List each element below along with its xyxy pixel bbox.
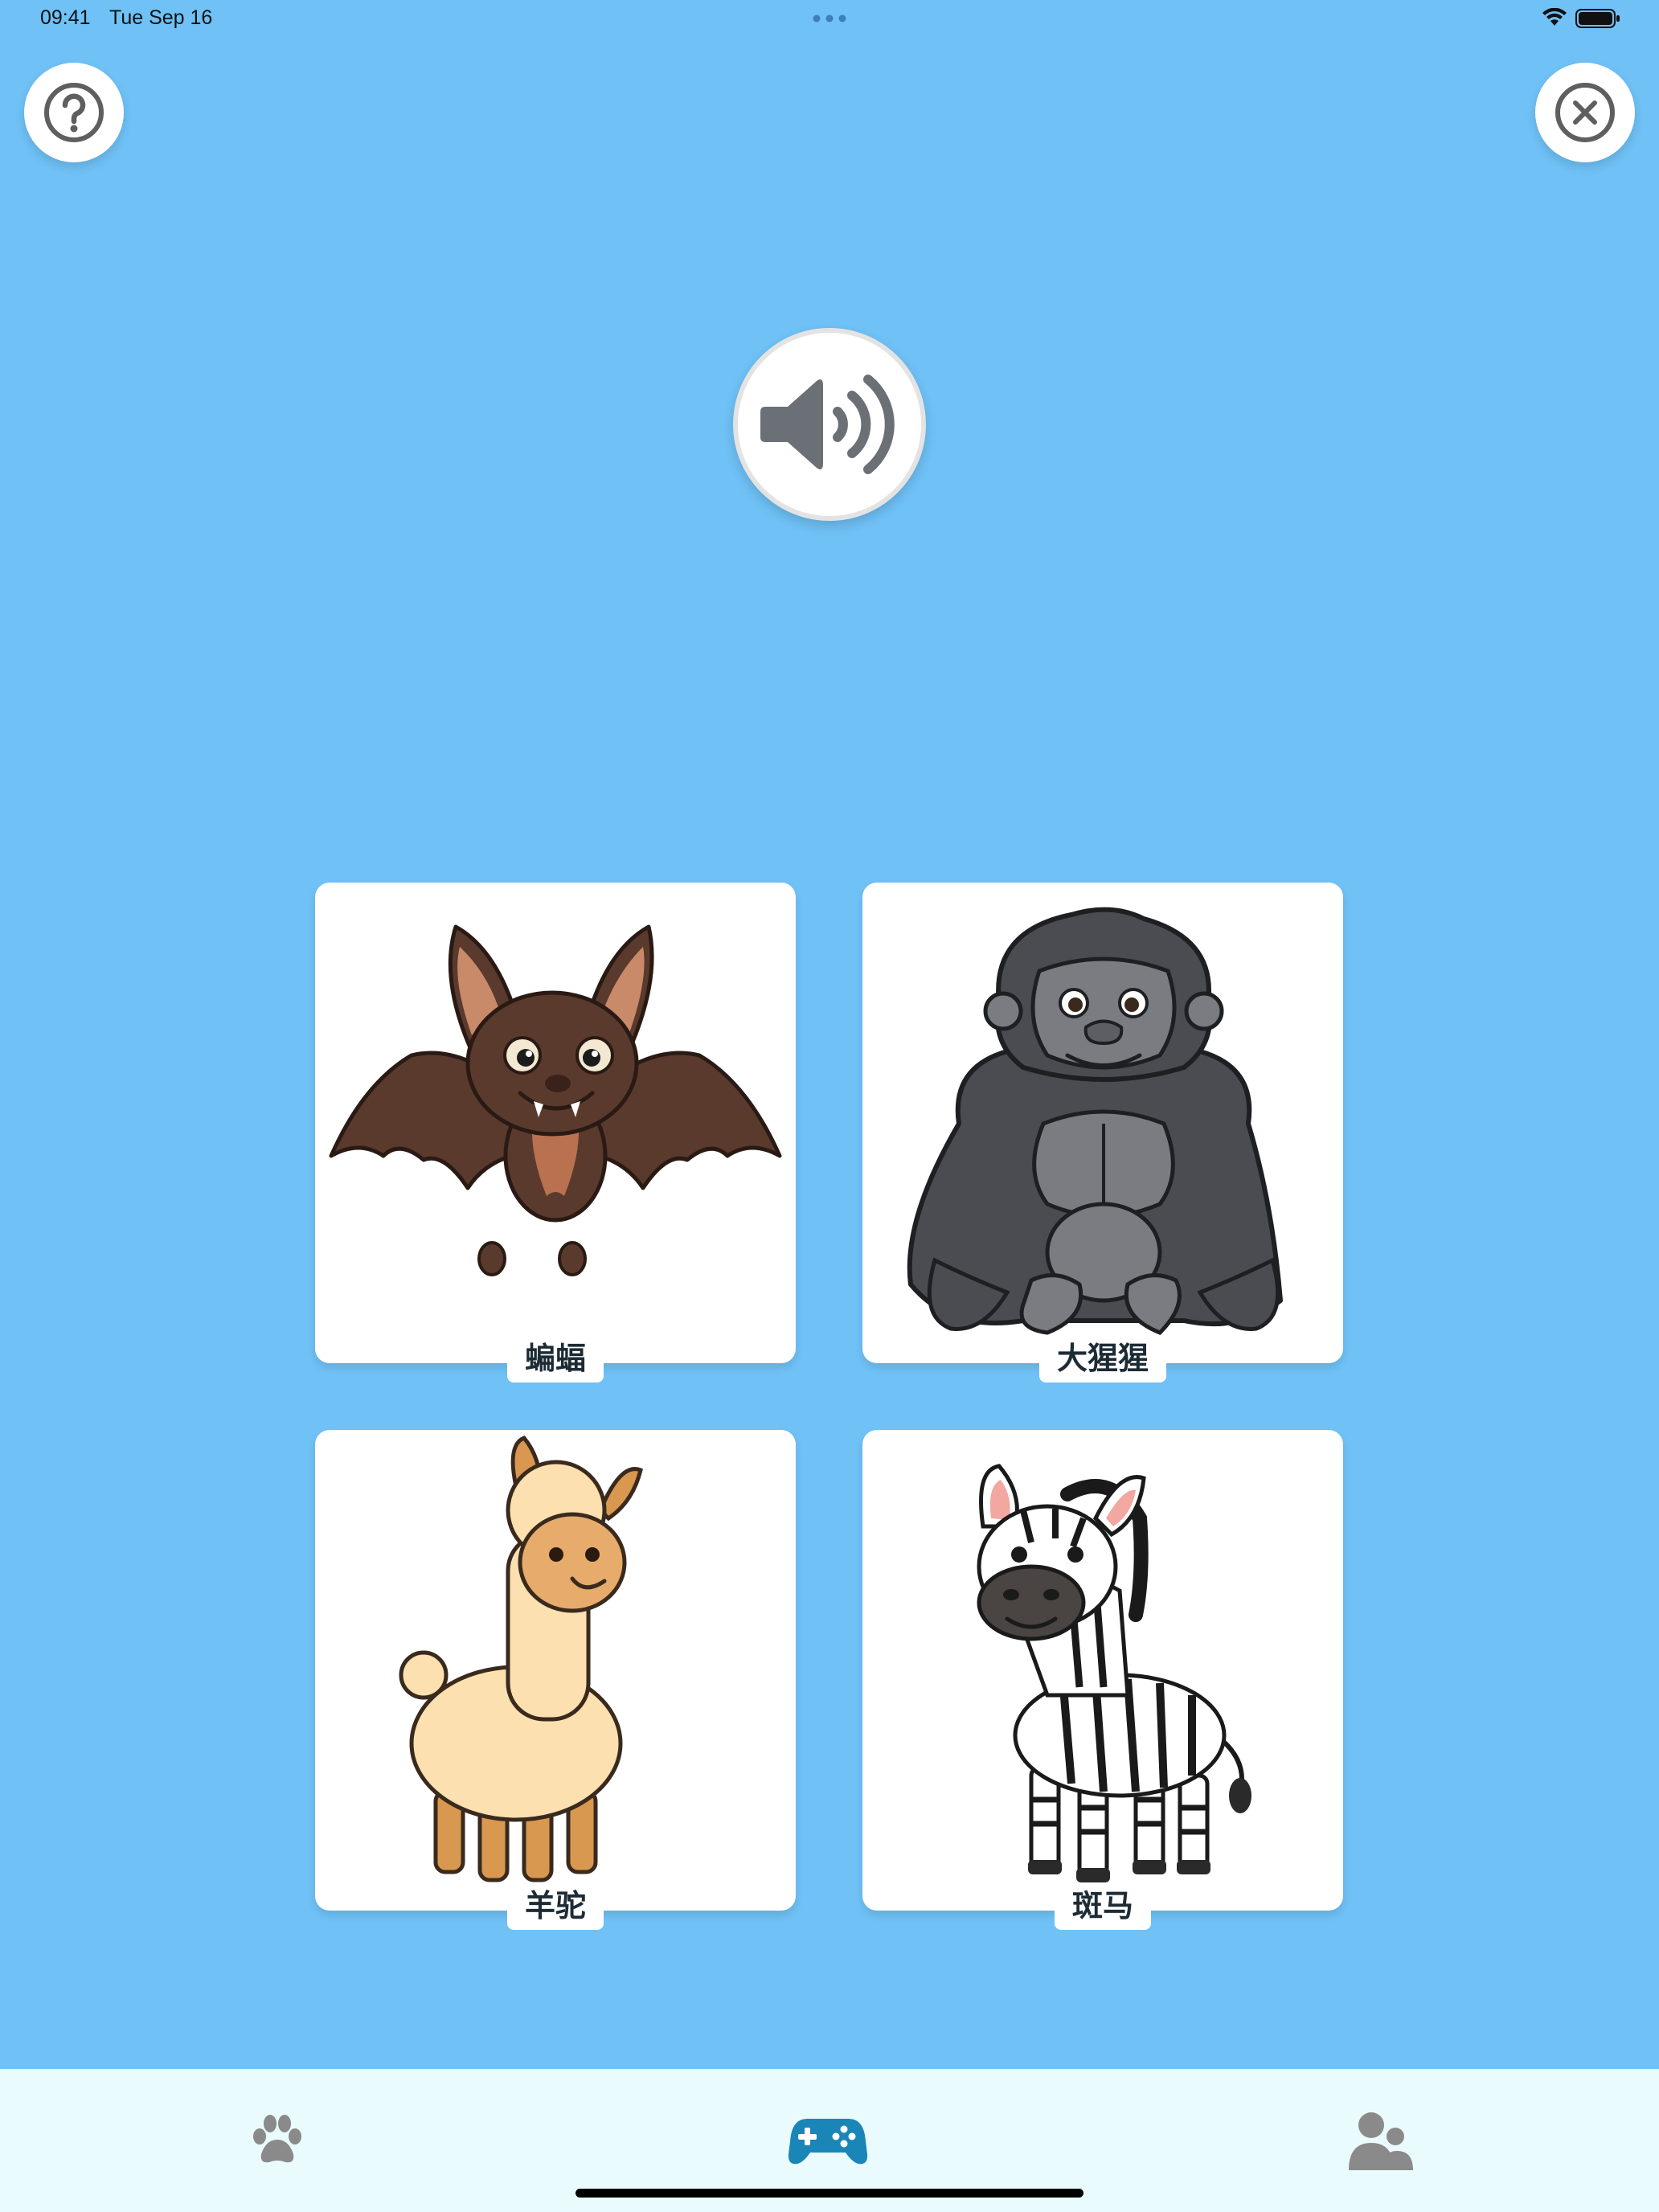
answer-card-zebra[interactable]: 斑马 — [862, 1430, 1343, 1930]
status-date: Tue Sep 16 — [109, 6, 213, 29]
status-bar: 09:41 Tue Sep 16 — [0, 0, 1659, 40]
answer-card-bat[interactable]: 蝙蝠 — [315, 883, 796, 1382]
answer-card-gorilla[interactable]: 大猩猩 — [862, 883, 1343, 1382]
tab-profile[interactable] — [1341, 2109, 1421, 2173]
battery-icon — [1575, 9, 1620, 28]
alpaca-illustration — [399, 1436, 643, 1882]
status-time: 09:41 — [40, 6, 91, 29]
people-icon — [1349, 2112, 1413, 2170]
tab-games[interactable] — [788, 2109, 868, 2173]
speaker-volume-icon — [760, 375, 895, 474]
answer-card-alpaca[interactable]: 羊驼 — [315, 1430, 796, 1930]
play-sound-button[interactable] — [733, 328, 926, 521]
card-label: 斑马 — [1054, 1883, 1152, 1930]
card-label: 羊驼 — [506, 1883, 604, 1930]
bat-illustration — [329, 924, 782, 1276]
multitask-dots-icon[interactable] — [812, 14, 847, 23]
wifi-icon — [1542, 8, 1567, 26]
paw-icon — [253, 2115, 301, 2163]
gorilla-illustration — [907, 907, 1283, 1335]
question-circle-icon — [44, 83, 104, 142]
close-button[interactable] — [1535, 63, 1635, 162]
card-label: 蝙蝠 — [506, 1336, 604, 1382]
help-button[interactable] — [24, 63, 124, 162]
home-indicator[interactable] — [576, 2189, 1083, 2198]
tab-animals[interactable] — [237, 2109, 317, 2173]
close-circle-icon — [1555, 83, 1615, 142]
gamepad-icon — [788, 2119, 868, 2165]
zebra-illustration — [977, 1464, 1251, 1882]
card-label: 大猩猩 — [1038, 1336, 1167, 1382]
